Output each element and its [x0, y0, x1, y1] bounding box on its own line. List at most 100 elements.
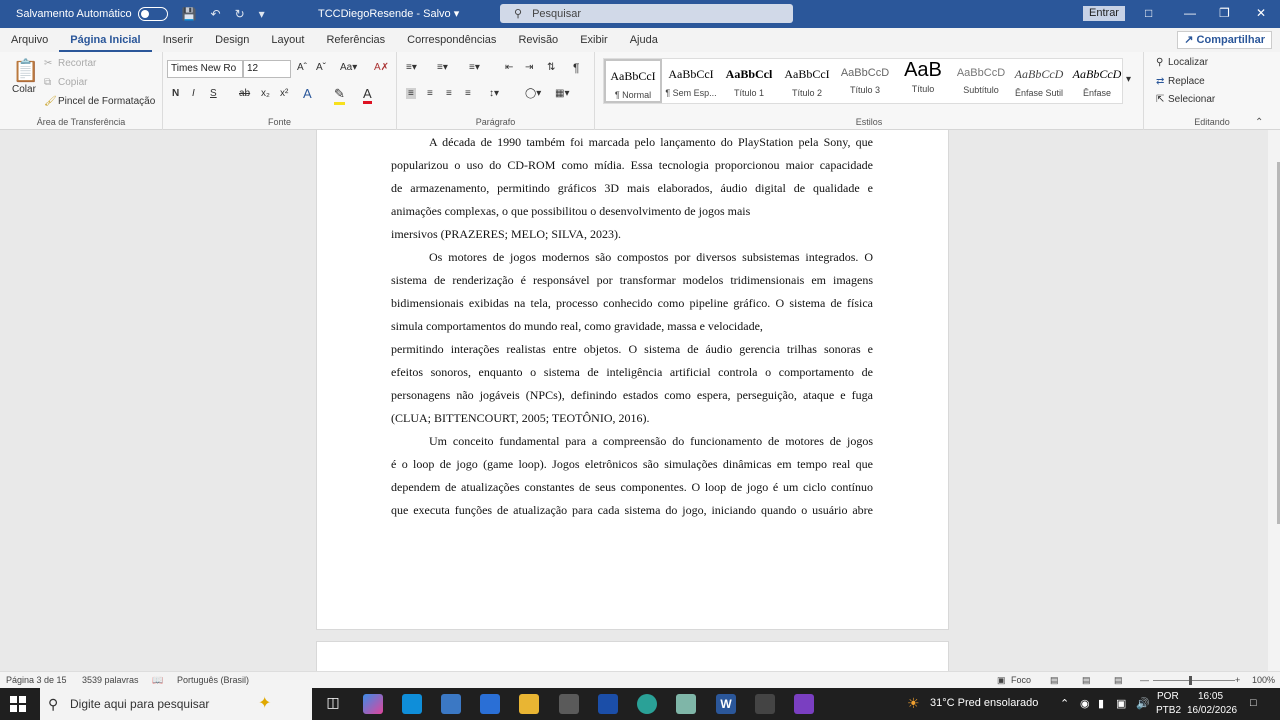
focus-icon[interactable]: ▣	[997, 675, 1006, 686]
style-titulo[interactable]: AaB Título	[894, 59, 952, 103]
customize-toolbar-icon[interactable]: ▾	[259, 7, 265, 21]
tab-arquivo[interactable]: Arquivo	[0, 28, 59, 52]
sort-icon[interactable]: ⇅	[547, 62, 555, 73]
clock-date[interactable]: 16/02/2026	[1187, 705, 1237, 716]
tab-exibir[interactable]: Exibir	[569, 28, 619, 52]
zoom-level[interactable]: 100%	[1252, 675, 1275, 685]
document-line[interactable]: simula comportamentos do mundo real, com…	[391, 319, 873, 334]
tab-ajuda[interactable]: Ajuda	[619, 28, 669, 52]
style-subtitulo[interactable]: AaBbCcD Subtítulo	[952, 59, 1010, 103]
document-line[interactable]: animações complexas, o que possibilitou …	[391, 204, 873, 219]
grow-font-icon[interactable]: Aˆ	[297, 62, 307, 73]
tab-correspondencias[interactable]: Correspondências	[396, 28, 507, 52]
copy-icon[interactable]: ⧉	[44, 77, 51, 88]
dropbox-icon[interactable]	[598, 694, 618, 714]
document-line[interactable]: que executa funções de atualização para …	[391, 503, 873, 518]
ribbon-display-icon[interactable]: □	[1145, 6, 1152, 20]
proofing-icon[interactable]: 📖	[152, 675, 163, 686]
bullets-icon[interactable]: ≡▾	[406, 62, 417, 73]
copilot-icon[interactable]	[363, 694, 383, 714]
increase-indent-icon[interactable]: ⇥	[525, 62, 533, 73]
document-line[interactable]: de armazenamento, permitindo gráficos 3D…	[391, 181, 873, 196]
replace-button[interactable]: Replace	[1168, 76, 1205, 87]
tray-chevron-icon[interactable]: ⌃	[1060, 697, 1069, 710]
save-icon[interactable]: 💾	[182, 7, 197, 21]
show-marks-icon[interactable]: ¶	[573, 61, 579, 75]
app-icon[interactable]	[676, 694, 696, 714]
underline-button[interactable]: S	[210, 88, 217, 99]
text-effects-icon[interactable]: A	[303, 86, 312, 101]
document-line[interactable]: (CLUA; BITTENCOURT, 2005; TEOTÔNIO, 2016…	[391, 411, 873, 426]
edge-dev-icon[interactable]	[402, 694, 422, 714]
paste-button[interactable]: Colar	[12, 84, 36, 95]
edge-icon[interactable]	[637, 694, 657, 714]
style-titulo-3[interactable]: AaBbCcD Título 3	[836, 59, 894, 103]
replace-icon[interactable]: ⇄	[1156, 76, 1164, 87]
task-view-icon[interactable]: ◫	[323, 694, 343, 714]
web-layout-icon[interactable]: ▤	[1114, 675, 1123, 686]
app-icon[interactable]	[441, 694, 461, 714]
file-explorer-icon[interactable]	[519, 694, 539, 714]
redo-icon[interactable]: ↻	[235, 7, 245, 21]
zoom-out-icon[interactable]: —	[1140, 675, 1149, 685]
document-line[interactable]: efeitos sonoros, enquanto o sistema de i…	[391, 365, 873, 380]
justify-icon[interactable]: ≡	[465, 88, 471, 99]
line-spacing-icon[interactable]: ↕▾	[489, 88, 499, 99]
style-enfase-sutil[interactable]: AaBbCcD Ênfase Sutil	[1010, 59, 1068, 103]
format-painter-icon[interactable]: 🖌	[44, 96, 57, 107]
change-case-icon[interactable]: Aa▾	[340, 62, 357, 73]
style-sem-espacamento[interactable]: AaBbCcI ¶ Sem Esp...	[662, 59, 720, 103]
clock-time[interactable]: 16:05	[1198, 691, 1223, 702]
align-right-icon[interactable]: ≡	[446, 88, 452, 99]
power-icon[interactable]: ▮	[1098, 697, 1104, 710]
borders-icon[interactable]: ▦▾	[555, 88, 569, 99]
document-line[interactable]: Os motores de jogos modernos são compost…	[429, 250, 873, 265]
italic-button[interactable]: I	[192, 88, 195, 99]
weather-text[interactable]: 31°C Pred ensolarado	[930, 697, 1038, 709]
close-icon[interactable]: ✕	[1256, 6, 1266, 20]
document-line[interactable]: A década de 1990 também foi marcada pelo…	[429, 135, 873, 150]
print-layout-icon[interactable]: ▤	[1082, 675, 1091, 686]
style-titulo-2[interactable]: AaBbCcI Título 2	[778, 59, 836, 103]
focus-button[interactable]: Foco	[1011, 675, 1031, 685]
language-indicator[interactable]: POR	[1157, 691, 1179, 702]
network-icon[interactable]: ◉	[1080, 697, 1090, 710]
align-center-icon[interactable]: ≡	[427, 88, 433, 99]
maximize-icon[interactable]: ❐	[1219, 6, 1230, 20]
tab-layout[interactable]: Layout	[260, 28, 315, 52]
decrease-indent-icon[interactable]: ⇤	[505, 62, 513, 73]
word-count[interactable]: 3539 palavras	[82, 675, 139, 685]
style-titulo-1[interactable]: AaBbCcl Título 1	[720, 59, 778, 103]
store-icon[interactable]	[480, 694, 500, 714]
weather-icon[interactable]: ☀	[907, 695, 920, 712]
app-icon[interactable]	[755, 694, 775, 714]
app-icon[interactable]	[559, 694, 579, 714]
clear-formatting-icon[interactable]: A✗	[374, 62, 389, 73]
font-name-select[interactable]: Times New Ro	[167, 60, 243, 78]
page-count[interactable]: Página 3 de 15	[6, 675, 67, 685]
document-line[interactable]: Um conceito fundamental para a compreens…	[429, 434, 873, 449]
tab-inserir[interactable]: Inserir	[152, 28, 205, 52]
bold-button[interactable]: N	[172, 88, 179, 99]
document-line[interactable]: é o loop de jogo (game loop). Jogos elet…	[391, 457, 873, 472]
tab-design[interactable]: Design	[204, 28, 260, 52]
select-icon[interactable]: ⇱	[1156, 94, 1164, 105]
taskbar-search[interactable]: ⚲ Digite aqui para pesquisar ✦	[40, 688, 312, 720]
notifications-icon[interactable]: □	[1250, 697, 1257, 709]
style-normal[interactable]: AaBbCcI ¶ Normal	[604, 59, 662, 103]
document-line[interactable]: dependem de atualizações constantes de s…	[391, 480, 873, 495]
style-enfase[interactable]: AaBbCcD Ênfase	[1068, 59, 1126, 103]
format-painter-button[interactable]: Pincel de Formatação	[58, 96, 155, 107]
select-button[interactable]: Selecionar	[1168, 94, 1215, 105]
document-line[interactable]: popularizou o uso do CD-ROM como mídia. …	[391, 158, 873, 173]
volume-icon[interactable]: 🔊	[1136, 697, 1150, 710]
tab-referencias[interactable]: Referências	[315, 28, 396, 52]
search-box[interactable]: ⚲ Pesquisar	[500, 4, 793, 23]
read-mode-icon[interactable]: ▤	[1050, 675, 1059, 686]
paste-icon[interactable]: 📋	[12, 58, 39, 84]
undo-icon[interactable]: ↶	[211, 7, 221, 21]
font-size-select[interactable]: 12	[243, 60, 291, 78]
find-icon[interactable]: ⚲	[1156, 57, 1163, 68]
document-line[interactable]: personagens não jogáveis (NPCs), definin…	[391, 388, 873, 403]
zoom-in-icon[interactable]: +	[1235, 675, 1240, 685]
